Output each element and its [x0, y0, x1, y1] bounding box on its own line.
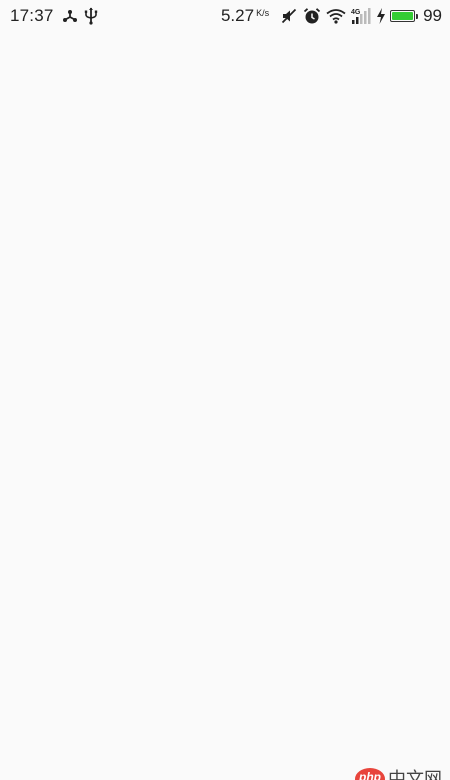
watermark-text: 中文网	[388, 769, 442, 780]
battery-fill	[392, 12, 413, 20]
mute-icon	[280, 7, 298, 25]
status-bar-left: 17:37	[10, 6, 104, 26]
phone-screen: 17:37 5.27 K/s 4G 99 php 中文网	[0, 0, 450, 780]
status-bar: 17:37 5.27 K/s 4G 99	[0, 0, 450, 32]
watermark-logo: php	[355, 768, 385, 780]
battery-percent: 99	[423, 6, 442, 25]
wifi-icon	[326, 8, 346, 24]
alarm-icon	[303, 7, 321, 25]
network-speed-value: 5.27	[220, 6, 255, 25]
battery-tip	[415, 13, 419, 19]
charging-icon	[376, 8, 386, 24]
site-watermark: php 中文网	[355, 766, 442, 780]
usb-icon	[84, 7, 98, 25]
status-bar-right: 5.27 K/s 4G 99	[221, 6, 442, 26]
clock-time: 17:37	[10, 6, 54, 25]
network-share-icon	[62, 8, 78, 24]
network-speed-unit: K/s	[256, 8, 270, 18]
battery-icon	[390, 10, 419, 22]
blank-content-area	[0, 32, 450, 780]
network-speed: 5.27 K/s	[221, 6, 269, 26]
signal-4g-icon: 4G	[351, 7, 371, 25]
svg-text:4G: 4G	[351, 9, 361, 16]
